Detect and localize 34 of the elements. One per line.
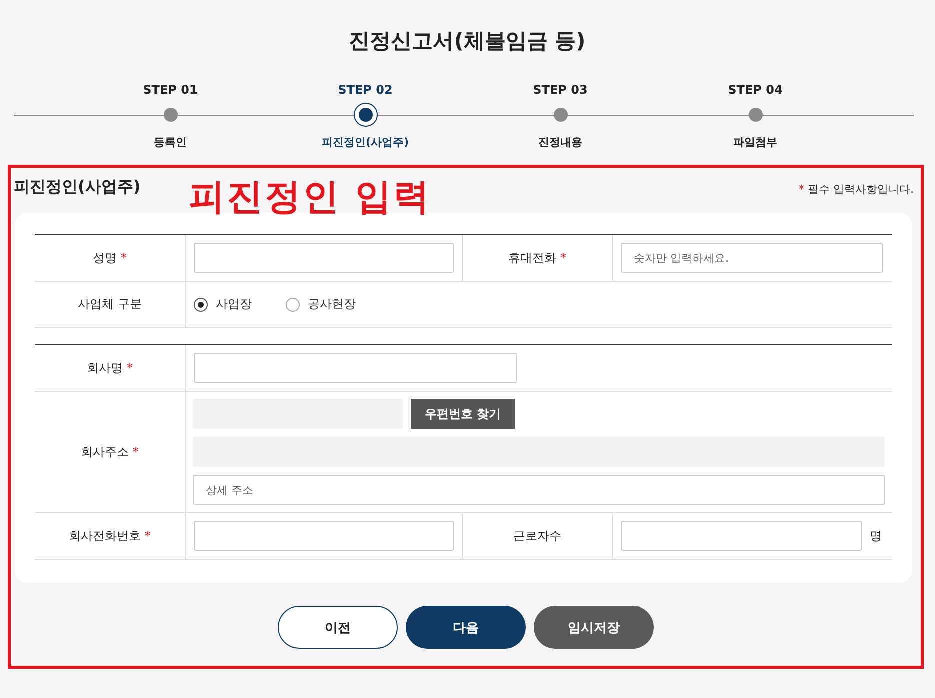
input-field[interactable] (194, 243, 454, 273)
field-label: 휴대전화 * (508, 250, 566, 266)
input-field[interactable] (194, 521, 454, 551)
radio-icon[interactable] (286, 298, 300, 312)
field-label: 근로자수 (514, 528, 562, 544)
input-field[interactable] (194, 353, 517, 383)
step-number: STEP 04 (728, 82, 783, 99)
radio-icon[interactable] (194, 298, 208, 312)
input-field[interactable]: 상세 주소 (193, 475, 885, 505)
step-number: STEP 02 (338, 82, 393, 99)
page-title: 진정신고서(체불임금 등) (349, 28, 586, 55)
step-number: STEP 03 (533, 82, 588, 99)
annotation-text: 피진정인 입력 (189, 178, 432, 218)
required-note: * 필수 입력사항입니다. (799, 182, 914, 197)
field-label: 회사주소 * (81, 444, 139, 460)
step-label: 피진정인(사업주) (322, 135, 410, 150)
unit-label: 명 (870, 528, 882, 544)
radio-option[interactable]: 사업장 (194, 296, 252, 313)
save-draft-button[interactable]: 임시저장 (534, 606, 654, 649)
previous-button[interactable]: 이전 (278, 606, 398, 649)
field-label: 성명 * (93, 250, 127, 266)
step-label: 등록인 (154, 135, 187, 150)
step-label: 진정내용 (538, 135, 582, 150)
next-button[interactable]: 다음 (406, 606, 526, 649)
zip-search-button[interactable]: 우편번호 찾기 (411, 399, 516, 429)
field-label: 회사명 * (87, 360, 133, 376)
field-label: 사업체 구분 (78, 296, 142, 313)
radio-option[interactable]: 공사현장 (286, 296, 356, 313)
step-number: STEP 01 (143, 82, 198, 99)
input-field[interactable] (621, 521, 862, 551)
step-label: 파일첨부 (734, 135, 778, 150)
field-label: 회사전화번호 * (69, 528, 151, 544)
section-title: 피진정인(사업주) (14, 177, 141, 198)
input-field[interactable]: 숫자만 입력하세요. (621, 243, 883, 273)
